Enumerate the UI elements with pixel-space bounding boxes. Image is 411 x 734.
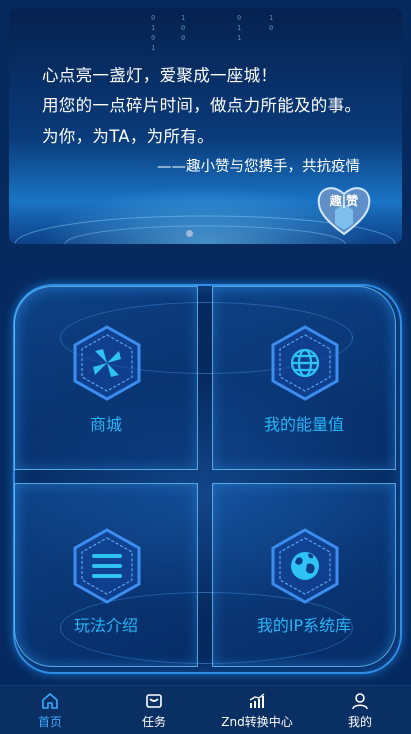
chart-icon xyxy=(249,693,265,708)
pinwheel-icon xyxy=(73,325,141,401)
tab-home-label: 首页 xyxy=(37,715,62,729)
tab-mine-label: 我的 xyxy=(347,715,372,729)
feature-panel: 商城 我的能量值 玩法介绍 我的IP系统库 xyxy=(0,262,411,685)
tab-mine[interactable]: 我的 xyxy=(330,686,390,734)
banner-slogan-line-2: 用您的一点碎片时间，做点力所能及的事。 xyxy=(42,96,362,115)
svg-text:0: 0 xyxy=(151,14,155,22)
tile-gameplay-intro-label: 玩法介绍 xyxy=(73,616,138,635)
tab-znd-exchange[interactable]: Znd转换中心 xyxy=(212,686,302,734)
banner-carousel[interactable]: 0 1 0 1 1 0 0 0 1 1 1 0 心点亮一盏灯，爱聚成一座城！ 用您的一点碎片时间… xyxy=(9,8,402,244)
svg-text:0: 0 xyxy=(237,14,241,22)
svg-text:1: 1 xyxy=(151,44,155,52)
carousel-indicator-dot[interactable] xyxy=(186,230,193,237)
svg-text:0: 0 xyxy=(151,34,155,42)
tab-tasks-label: 任务 xyxy=(141,715,166,729)
tile-mall[interactable]: 商城 xyxy=(14,286,198,470)
tab-home[interactable]: 首页 xyxy=(20,686,80,734)
tile-my-energy[interactable]: 我的能量值 xyxy=(212,286,396,470)
svg-text:0: 0 xyxy=(181,34,185,42)
bottom-tab-bar: 首页 任务 Znd转换中心 我的 xyxy=(0,685,411,734)
banner-slogan-line-1: 心点亮一盏灯，爱聚成一座城！ xyxy=(42,66,278,85)
svg-text:1: 1 xyxy=(237,34,241,42)
user-icon xyxy=(352,693,368,710)
menu-icon xyxy=(73,528,141,604)
earth-icon xyxy=(271,528,339,604)
home-icon xyxy=(42,693,58,709)
tile-mall-label: 商城 xyxy=(89,415,122,434)
tile-gameplay-intro[interactable]: 玩法介绍 xyxy=(14,483,198,667)
svg-text:1: 1 xyxy=(269,14,273,22)
tab-znd-exchange-label: Znd转换中心 xyxy=(221,715,293,729)
svg-text:1: 1 xyxy=(237,24,241,32)
tile-my-ip-library-label: 我的IP系统库 xyxy=(256,616,352,635)
tile-my-energy-label: 我的能量值 xyxy=(263,415,344,434)
banner-slogan-line-3: 为你，为TA，为所有。 xyxy=(42,127,214,146)
inbox-icon xyxy=(146,694,162,708)
svg-text:1: 1 xyxy=(151,24,155,32)
svg-text:0: 0 xyxy=(181,24,185,32)
tile-my-ip-library[interactable]: 我的IP系统库 xyxy=(212,483,396,667)
svg-text:0: 0 xyxy=(269,24,273,32)
quzan-heart-logo: 趣|赞 xyxy=(317,187,371,236)
globe-icon xyxy=(271,325,339,401)
svg-text:1: 1 xyxy=(181,14,185,22)
banner-signature: ——趣小赞与您携手，共抗疫情 xyxy=(157,159,360,175)
svg-text:趣|赞: 趣|赞 xyxy=(329,193,358,208)
tab-tasks[interactable]: 任务 xyxy=(124,686,184,734)
